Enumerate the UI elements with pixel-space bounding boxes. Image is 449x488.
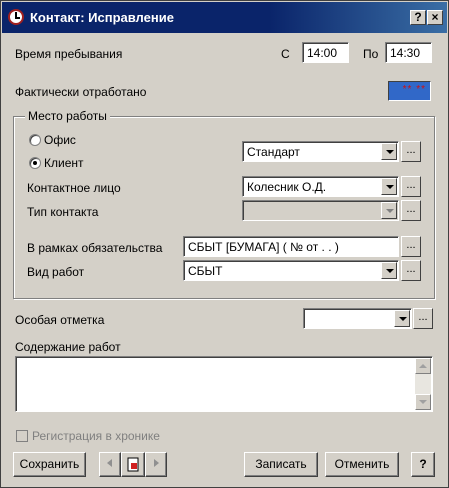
triangle-right-icon — [154, 459, 159, 467]
contact-person-label: Контактное лицо — [27, 181, 121, 195]
scroll-down-icon[interactable] — [415, 394, 431, 410]
clock-icon — [8, 9, 24, 25]
worked-label: Фактически отработано — [15, 85, 147, 99]
special-mark-label: Особая отметка — [15, 313, 105, 327]
special-mark-browse-button[interactable]: ... — [413, 308, 433, 329]
content-label: Содержание работ — [15, 340, 121, 354]
from-label: С — [281, 47, 290, 61]
chevron-down-icon[interactable] — [394, 310, 410, 327]
help-title-button[interactable]: ? — [410, 10, 426, 25]
record-button[interactable]: Записать — [244, 452, 318, 477]
chevron-down-icon — [381, 202, 397, 219]
time-from-field[interactable]: 14:00 — [302, 42, 349, 63]
workplace-type-browse-button[interactable]: ... — [401, 141, 421, 162]
chronicle-checkbox — [16, 430, 28, 442]
stay-time-label: Время пребывания — [15, 47, 123, 61]
close-button[interactable]: × — [427, 10, 443, 25]
contact-person-select[interactable]: Колесник О.Д. — [242, 176, 399, 197]
content-textarea[interactable] — [15, 356, 433, 412]
triangle-left-icon — [107, 459, 112, 467]
work-type-select[interactable]: СБЫТ — [183, 260, 399, 281]
work-type-label: Вид работ — [27, 265, 85, 279]
office-radio-label[interactable]: Офис — [44, 133, 76, 147]
help-button[interactable]: ? — [411, 452, 435, 477]
contact-type-browse-button[interactable]: ... — [401, 200, 421, 221]
title-bar[interactable]: Контакт: Исправление ? × — [2, 2, 447, 33]
chevron-down-icon[interactable] — [381, 262, 397, 279]
obligation-browse-button[interactable]: ... — [401, 236, 421, 257]
to-label: По — [363, 47, 379, 61]
time-to-field[interactable]: 14:30 — [385, 42, 432, 63]
special-mark-select[interactable] — [303, 308, 412, 329]
document-icon — [127, 457, 139, 472]
chevron-down-icon[interactable] — [381, 143, 397, 160]
work-type-browse-button[interactable]: ... — [401, 260, 421, 281]
work-type-value: СБЫТ — [188, 264, 223, 278]
chevron-down-icon[interactable] — [381, 178, 397, 195]
cancel-button[interactable]: Отменить — [325, 452, 399, 477]
obligation-label: В рамках обязательства — [27, 241, 163, 255]
workplace-group-title: Место работы — [25, 109, 110, 123]
obligation-field[interactable]: СБЫТ [БУМАГА] ( № от . . ) — [183, 236, 399, 257]
workplace-type-value: Стандарт — [247, 145, 300, 159]
scroll-up-icon[interactable] — [415, 358, 431, 374]
client-radio-label[interactable]: Клиент — [44, 156, 84, 170]
contact-type-select — [242, 200, 399, 221]
contact-person-value: Колесник О.Д. — [247, 180, 327, 194]
client-radio[interactable] — [29, 157, 41, 169]
chronicle-label: Регистрация в хронике — [32, 429, 160, 443]
prev-button[interactable] — [99, 452, 121, 477]
office-radio[interactable] — [29, 134, 41, 146]
contact-type-label: Тип контакта — [27, 205, 99, 219]
workplace-type-select[interactable]: Стандарт — [242, 141, 399, 162]
vertical-scrollbar[interactable] — [415, 358, 431, 410]
document-button[interactable] — [121, 452, 145, 477]
window-title: Контакт: Исправление — [30, 10, 174, 25]
save-button[interactable]: Сохранить — [13, 452, 86, 477]
next-button[interactable] — [145, 452, 167, 477]
worked-field[interactable]: ** ** — [388, 81, 431, 101]
contact-person-browse-button[interactable]: ... — [401, 176, 421, 197]
contact-dialog: Контакт: Исправление ? × Время пребывани… — [0, 0, 449, 488]
